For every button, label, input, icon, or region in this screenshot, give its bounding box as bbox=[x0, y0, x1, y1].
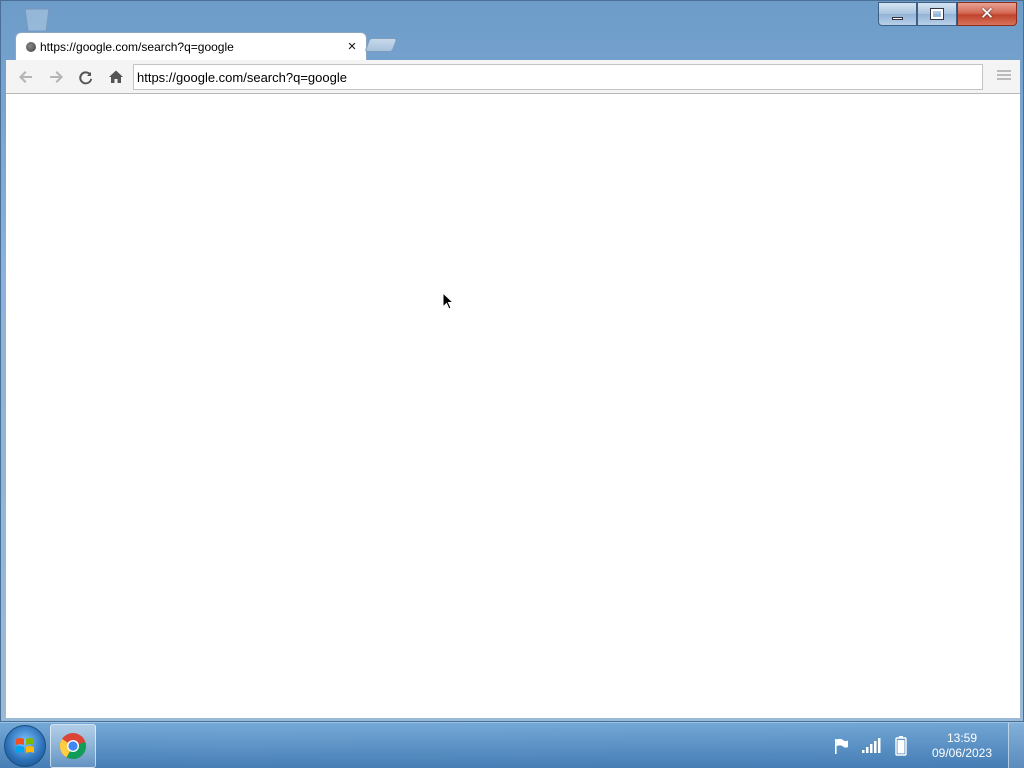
tab-title: https://google.com/search?q=google bbox=[40, 39, 234, 54]
close-window-button[interactable]: ✕ bbox=[957, 2, 1017, 26]
caption-buttons: ✕ bbox=[878, 2, 1017, 26]
chrome-icon bbox=[59, 733, 86, 760]
browser-toolbar: https://google.com/search?q=google bbox=[6, 60, 1020, 94]
globe-icon bbox=[26, 41, 36, 52]
back-icon bbox=[19, 70, 32, 83]
recycle-bin-icon bbox=[17, 5, 57, 32]
tab-active[interactable]: https://google.com/search?q=google × bbox=[15, 32, 367, 60]
network-signal-icon bbox=[862, 738, 881, 753]
menu-button[interactable] bbox=[996, 67, 1012, 88]
clock-time: 13:59 bbox=[946, 731, 978, 745]
reload-button[interactable] bbox=[71, 62, 101, 92]
taskbar-chrome-button[interactable] bbox=[50, 724, 96, 768]
clock-date: 09/06/2023 bbox=[931, 746, 993, 760]
forward-icon bbox=[50, 70, 63, 83]
mouse-cursor-icon bbox=[442, 291, 455, 315]
system-tray: 13:59 09/06/2023 bbox=[826, 723, 1024, 768]
maximize-button[interactable] bbox=[917, 2, 957, 26]
start-button[interactable] bbox=[4, 725, 46, 767]
clock[interactable]: 13:59 09/06/2023 bbox=[916, 731, 1008, 761]
minimize-button[interactable] bbox=[878, 2, 917, 26]
address-bar[interactable]: https://google.com/search?q=google bbox=[133, 64, 983, 90]
flag-icon bbox=[835, 738, 848, 754]
back-button[interactable] bbox=[11, 62, 41, 92]
browser-window: ✕ https://google.com/search?q=google × h… bbox=[0, 0, 1024, 722]
show-desktop-button[interactable] bbox=[1008, 723, 1024, 768]
maximize-icon bbox=[930, 8, 944, 20]
home-icon bbox=[109, 70, 123, 83]
taskbar: 13:59 09/06/2023 bbox=[0, 722, 1024, 768]
network-button[interactable] bbox=[856, 738, 886, 754]
menu-icon bbox=[997, 70, 1011, 80]
page-content[interactable] bbox=[6, 94, 1020, 718]
tab-strip: https://google.com/search?q=google × bbox=[11, 32, 911, 60]
windows-logo-icon bbox=[16, 738, 34, 753]
minimize-icon bbox=[892, 16, 903, 20]
action-center-button[interactable] bbox=[826, 737, 856, 755]
tab-close-icon[interactable]: × bbox=[342, 38, 362, 55]
close-icon: ✕ bbox=[979, 4, 995, 23]
reload-icon bbox=[79, 70, 93, 84]
battery-icon bbox=[895, 736, 907, 756]
new-tab-button[interactable] bbox=[364, 38, 398, 52]
forward-button[interactable] bbox=[41, 62, 71, 92]
home-button[interactable] bbox=[101, 62, 131, 92]
battery-button[interactable] bbox=[886, 736, 916, 756]
